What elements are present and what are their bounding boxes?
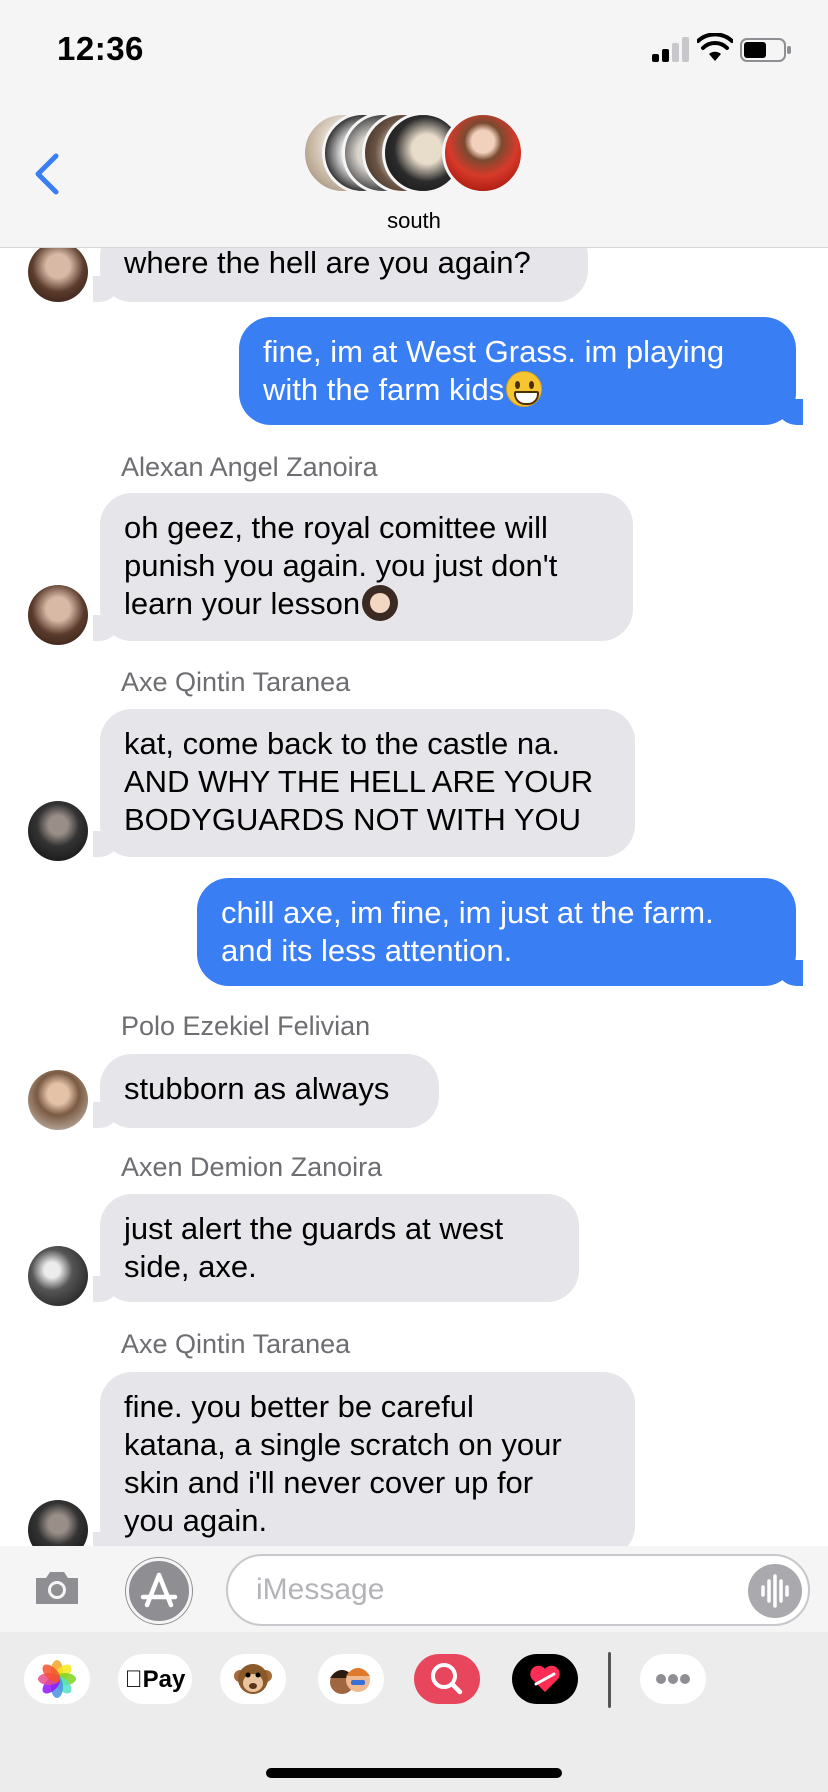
message-text: with the farm kids — [263, 372, 505, 407]
images-search-icon — [414, 1654, 480, 1704]
message-bubble-incoming[interactable]: where the hell are you again? — [93, 248, 588, 302]
sender-name: Alexan Angel Zanoira — [121, 452, 378, 482]
apple-pay-label: Pay — [133, 1666, 186, 1693]
status-time: 12:36 — [57, 30, 144, 67]
message-bubble-outgoing[interactable]: fine, im at West Grass. im playing with … — [239, 317, 803, 425]
digital-touch-icon — [512, 1654, 578, 1704]
message-text: chill axe, im fine, im just at the farm. — [221, 895, 714, 930]
more-apps-icon — [656, 1674, 690, 1684]
sender-avatar — [28, 585, 88, 645]
app-store-button[interactable] — [126, 1558, 192, 1624]
message-text: oh geez, the royal comittee will — [124, 510, 548, 545]
app-photos[interactable] — [24, 1654, 90, 1704]
drawer-divider — [608, 1652, 611, 1708]
app-more[interactable] — [640, 1654, 706, 1704]
compose-bar — [0, 1546, 828, 1632]
sender-avatar — [28, 801, 88, 861]
woman-facepalming-emoji — [362, 585, 399, 621]
app-memoji[interactable] — [318, 1654, 384, 1704]
cellular-signal-icon — [652, 36, 690, 62]
camera-icon[interactable] — [32, 1568, 82, 1608]
message-text: fine, im at West Grass. im playing — [263, 334, 725, 369]
message-text: kat, come back to the castle na. — [124, 726, 560, 761]
sender-avatar — [28, 248, 88, 302]
message-text: AND WHY THE HELL ARE YOUR — [124, 764, 594, 799]
app-images-search[interactable] — [414, 1654, 480, 1704]
sender-avatar — [28, 1070, 88, 1130]
message-text: side, axe. — [124, 1249, 257, 1284]
group-member-avatar — [442, 112, 524, 194]
animoji-icon — [234, 1664, 272, 1694]
message-text: skin and i'll never cover up for — [124, 1465, 534, 1500]
sender-avatar — [28, 1246, 88, 1306]
message-bubble-incoming[interactable]: kat, come back to the castle na. AND WHY… — [93, 709, 635, 857]
message-bubble-outgoing[interactable]: chill axe, im fine, im just at the farm.… — [197, 878, 803, 986]
message-text: BODYGUARDS NOT WITH YOU — [124, 802, 582, 837]
home-indicator[interactable] — [266, 1768, 562, 1778]
message-text: just alert the guards at west — [124, 1211, 504, 1246]
battery-icon — [740, 38, 791, 62]
sender-name: Axe Qintin Taranea — [121, 1329, 351, 1359]
wifi-icon — [697, 33, 733, 61]
message-text: fine. you better be careful — [124, 1389, 474, 1424]
message-thread[interactable]: where the hell are you again? fine, im a… — [0, 248, 828, 1546]
app-store-icon — [140, 1572, 178, 1608]
message-text: punish you again. you just don't — [124, 548, 558, 583]
message-bubble-incoming[interactable]: stubborn as always — [93, 1054, 439, 1128]
message-text: katana, a single scratch on your — [124, 1427, 562, 1462]
message-text: learn your lesson — [124, 586, 361, 621]
message-text: you again. — [124, 1503, 268, 1538]
conversation-title[interactable]: south — [0, 208, 828, 234]
audio-message-button[interactable] — [748, 1564, 802, 1618]
sender-name: Axen Demion Zanoira — [121, 1152, 383, 1182]
apple-pay-icon: Pay — [118, 1666, 192, 1694]
grinning-face-emoji — [506, 371, 543, 407]
message-bubble-incoming[interactable]: just alert the guards at west side, axe. — [93, 1194, 579, 1302]
message-bubble-incoming[interactable]: oh geez, the royal comittee will punish … — [93, 493, 633, 641]
back-chevron-icon[interactable] — [30, 150, 66, 198]
sender-name: Axe Qintin Taranea — [121, 667, 351, 697]
app-digital-touch[interactable] — [512, 1654, 578, 1704]
waveform-icon — [761, 1574, 789, 1608]
sender-name: Polo Ezekiel Felivian — [121, 1011, 371, 1041]
photos-icon — [38, 1660, 76, 1698]
app-apple-pay[interactable]: Pay — [118, 1654, 192, 1704]
imessage-field[interactable] — [226, 1554, 810, 1626]
app-animoji[interactable] — [220, 1654, 286, 1704]
app-drawer: Pay — [0, 1632, 828, 1792]
conversation-header: 12:36 south — [0, 0, 828, 248]
sender-avatar — [28, 1500, 88, 1546]
message-text: stubborn as always — [124, 1071, 390, 1106]
group-avatar-stack[interactable] — [302, 112, 528, 198]
message-bubble-incoming[interactable]: fine. you better be careful katana, a si… — [93, 1372, 635, 1546]
memoji-icon — [330, 1668, 370, 1694]
message-text: and its less attention. — [221, 933, 513, 968]
message-input[interactable] — [256, 1570, 716, 1610]
message-text: where the hell are you again? — [124, 248, 531, 280]
